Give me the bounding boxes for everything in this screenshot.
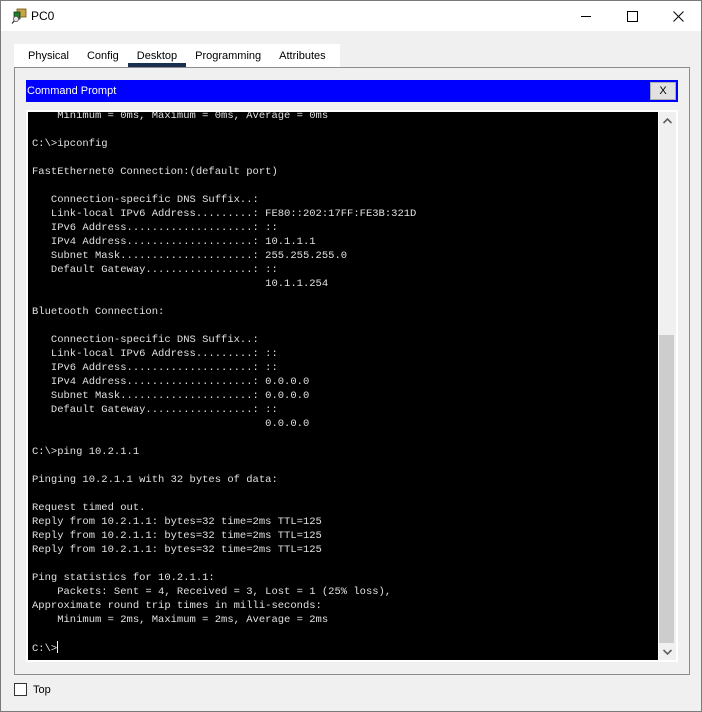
tab-desktop[interactable]: Desktop	[127, 44, 187, 67]
maximize-button[interactable]	[609, 1, 655, 31]
terminal-output[interactable]: Minimum = 0ms, Maximum = 0ms, Average = …	[28, 112, 658, 660]
desktop-panel: Command Prompt X Minimum = 0ms, Maximum …	[14, 67, 690, 675]
tab-label: Config	[86, 49, 119, 62]
pc-device-icon	[11, 8, 27, 24]
top-checkbox-control[interactable]: Top	[14, 683, 51, 696]
tab-config[interactable]: Config	[78, 44, 128, 67]
tab-physical[interactable]: Physical	[19, 44, 78, 67]
vertical-scrollbar[interactable]	[659, 112, 676, 660]
tab-attributes[interactable]: Attributes	[270, 44, 334, 67]
tab-bar: Physical Config Desktop Programming Attr…	[14, 44, 340, 67]
close-icon	[672, 10, 684, 22]
window-title: PC0	[31, 9, 55, 23]
minimize-icon	[581, 15, 591, 17]
title-bar[interactable]: PC0	[1, 1, 701, 31]
pc0-window: PC0 Physical Config Desktop Programming …	[0, 0, 702, 712]
chevron-up-icon	[663, 117, 672, 124]
terminal-text: Minimum = 0ms, Maximum = 0ms, Average = …	[32, 112, 417, 655]
tab-label: Programming	[195, 49, 262, 62]
top-checkbox-label: Top	[33, 683, 51, 696]
tab-label: Attributes	[279, 49, 326, 62]
scroll-down-button[interactable]	[659, 643, 676, 660]
command-prompt-close-button[interactable]: X	[650, 82, 676, 100]
maximize-icon	[626, 10, 638, 22]
command-prompt-header: Command Prompt X	[26, 80, 678, 102]
tab-programming[interactable]: Programming	[186, 44, 270, 67]
top-checkbox[interactable]	[14, 683, 27, 696]
chevron-down-icon	[663, 648, 672, 655]
scroll-up-button[interactable]	[659, 112, 676, 129]
terminal-container: Minimum = 0ms, Maximum = 0ms, Average = …	[26, 110, 678, 662]
minimize-button[interactable]	[563, 1, 609, 31]
close-window-button[interactable]	[655, 1, 701, 31]
command-prompt-title: Command Prompt	[27, 85, 117, 97]
text-cursor	[57, 641, 59, 653]
current-prompt: C:\>	[32, 643, 58, 655]
tab-label: Physical	[28, 49, 69, 62]
scrollbar-track[interactable]	[659, 129, 676, 643]
scrollbar-thumb[interactable]	[659, 335, 674, 643]
tab-label: Desktop	[136, 49, 178, 62]
